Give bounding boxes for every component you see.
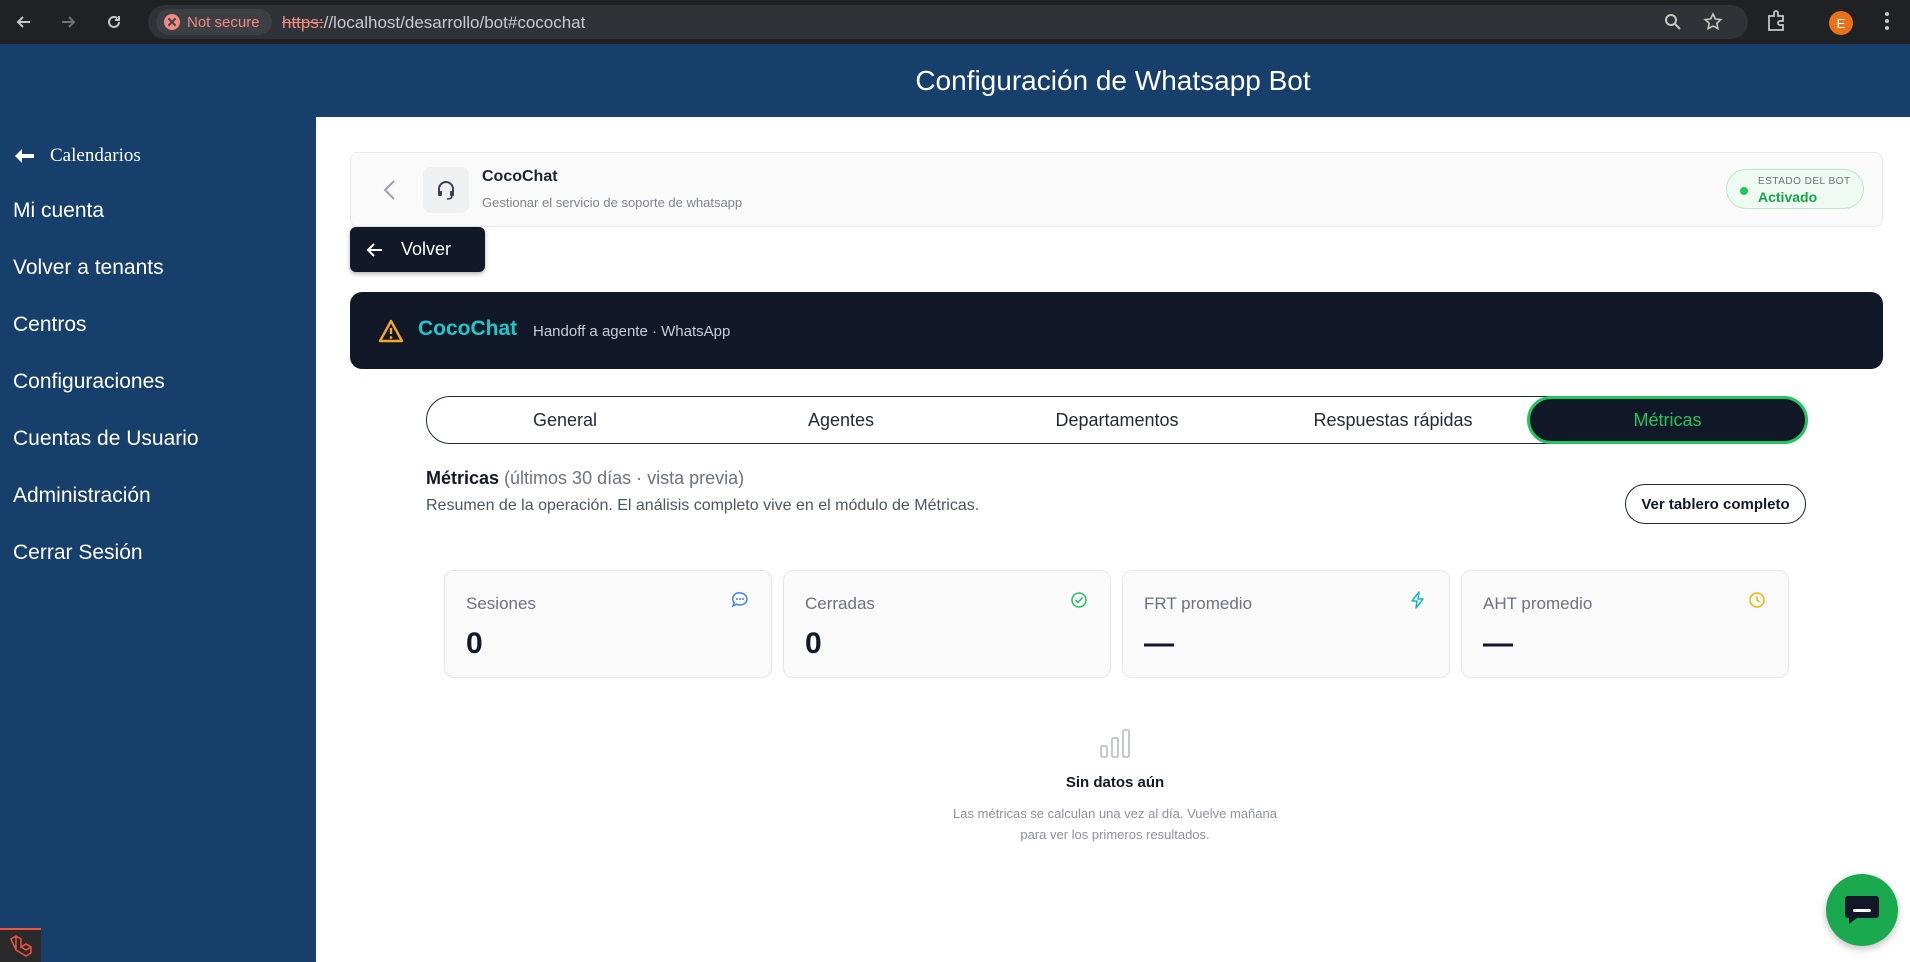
bot-avatar xyxy=(423,167,469,213)
browser-toolbar: Not secure https://localhost/desarrollo/… xyxy=(0,0,1910,44)
full-dashboard-button[interactable]: Ver tablero completo xyxy=(1625,484,1806,524)
menu-kebab-icon[interactable] xyxy=(1874,8,1900,34)
kpi-label: AHT promedio xyxy=(1483,594,1593,613)
zoom-icon[interactable] xyxy=(1663,12,1683,32)
kpi-value: 0 xyxy=(805,627,822,660)
url-rest: //localhost/desarrollo/bot#cocochat xyxy=(323,13,586,32)
chat-launcher-button[interactable] xyxy=(1826,874,1898,946)
headset-icon xyxy=(438,181,454,200)
banner-subtitle: Handoff a agente · WhatsApp xyxy=(533,323,731,340)
kpi-card-cerradas: Cerradas 0 xyxy=(783,570,1111,678)
url-text[interactable]: https://localhost/desarrollo/bot#cococha… xyxy=(282,13,585,33)
extensions-icon[interactable] xyxy=(1763,8,1789,34)
empty-state-line-1: Las métricas se calculan una vez al día.… xyxy=(953,806,1277,821)
kpi-card-aht: AHT promedio — xyxy=(1461,570,1789,678)
sidebar-item-centros[interactable]: Centros xyxy=(13,313,87,337)
bot-name: CocoChat xyxy=(482,168,558,185)
not-secure-icon xyxy=(164,14,180,30)
sidebar-item-volver-tenants[interactable]: Volver a tenants xyxy=(13,256,164,280)
tab-agentes[interactable]: Agentes xyxy=(703,397,979,443)
lightning-icon xyxy=(1411,591,1424,609)
url-scheme: https: xyxy=(282,13,324,32)
bot-header-card: CocoChat Gestionar el servicio de soport… xyxy=(350,152,1883,227)
metrics-note: (últimos 30 días · vista previa) xyxy=(499,468,745,488)
page-title: Configuración de Whatsapp Bot xyxy=(915,64,1311,96)
sidebar-calendar-link[interactable]: Calendarios xyxy=(12,145,141,167)
empty-state-line-2: para ver los primeros resultados. xyxy=(1020,827,1210,842)
sidebar-item-administracion[interactable]: Administración xyxy=(13,484,151,508)
back-arrow-icon xyxy=(15,149,34,163)
metrics-heading: Métricas (últimos 30 días · vista previa… xyxy=(426,468,744,489)
kpi-value: — xyxy=(1144,627,1174,660)
status-value: Activado xyxy=(1758,189,1818,205)
kpi-label: FRT promedio xyxy=(1144,594,1253,613)
chat-bubble-icon xyxy=(731,592,748,608)
kpi-label: Sesiones xyxy=(466,594,536,613)
tab-respuestas-rapidas[interactable]: Respuestas rápidas xyxy=(1255,397,1531,443)
banner-brand: CocoChat xyxy=(418,317,518,340)
tab-general[interactable]: General xyxy=(427,397,703,443)
kpi-label: Cerradas xyxy=(805,594,875,613)
kpi-card-sesiones: Sesiones 0 xyxy=(444,570,772,678)
address-bar[interactable]: Not secure https://localhost/desarrollo/… xyxy=(148,5,1748,39)
metrics-description: Resumen de la operación. El análisis com… xyxy=(426,497,980,514)
clock-icon xyxy=(1749,592,1765,608)
sidebar-item-mi-cuenta[interactable]: Mi cuenta xyxy=(13,199,104,223)
bot-description: Gestionar el servicio de soporte de what… xyxy=(482,195,743,210)
kpi-value: — xyxy=(1483,627,1513,660)
chevron-left-icon[interactable] xyxy=(381,179,399,201)
metrics-title: Métricas xyxy=(426,468,500,488)
volver-label: Volver xyxy=(401,239,452,259)
empty-state-description: Las métricas se calculan una vez al día.… xyxy=(930,803,1300,845)
profile-avatar[interactable]: E xyxy=(1829,11,1853,35)
security-chip[interactable]: Not secure xyxy=(156,9,272,35)
bar-chart-icon xyxy=(1100,729,1130,758)
tab-departamentos[interactable]: Departamentos xyxy=(979,397,1255,443)
chat-icon xyxy=(1845,896,1879,924)
bookmark-star-icon[interactable] xyxy=(1703,12,1723,32)
status-dot-icon xyxy=(1740,187,1748,195)
security-label: Not secure xyxy=(187,13,260,31)
check-circle-icon xyxy=(1071,592,1087,608)
volver-button[interactable]: Volver xyxy=(350,227,485,272)
kpi-value: 0 xyxy=(466,627,483,660)
cocochat-banner: CocoChat Handoff a agente · WhatsApp xyxy=(350,292,1883,369)
back-arrow-icon[interactable] xyxy=(10,8,38,36)
laravel-debug-icon[interactable] xyxy=(0,928,41,962)
sidebar-item-cuentas-usuario[interactable]: Cuentas de Usuario xyxy=(13,427,199,451)
forward-arrow-icon[interactable] xyxy=(54,8,82,36)
bot-status-badge: ESTADO DEL BOT Activado xyxy=(1726,169,1864,209)
calendar-link-label: Calendarios xyxy=(50,145,141,166)
kpi-card-frt: FRT promedio — xyxy=(1122,570,1450,678)
arrow-left-icon xyxy=(366,242,382,257)
warning-triangle-icon xyxy=(378,319,404,343)
empty-state-title: Sin datos aún xyxy=(1065,774,1165,791)
section-tabs: General Agentes Departamentos Respuestas… xyxy=(426,396,1808,444)
sidebar-item-configuraciones[interactable]: Configuraciones xyxy=(13,370,165,394)
status-label: ESTADO DEL BOT xyxy=(1758,176,1851,187)
sidebar-item-cerrar-sesion[interactable]: Cerrar Sesión xyxy=(13,541,143,565)
reload-icon[interactable] xyxy=(100,8,128,36)
tab-metricas[interactable]: Métricas xyxy=(1527,396,1808,444)
